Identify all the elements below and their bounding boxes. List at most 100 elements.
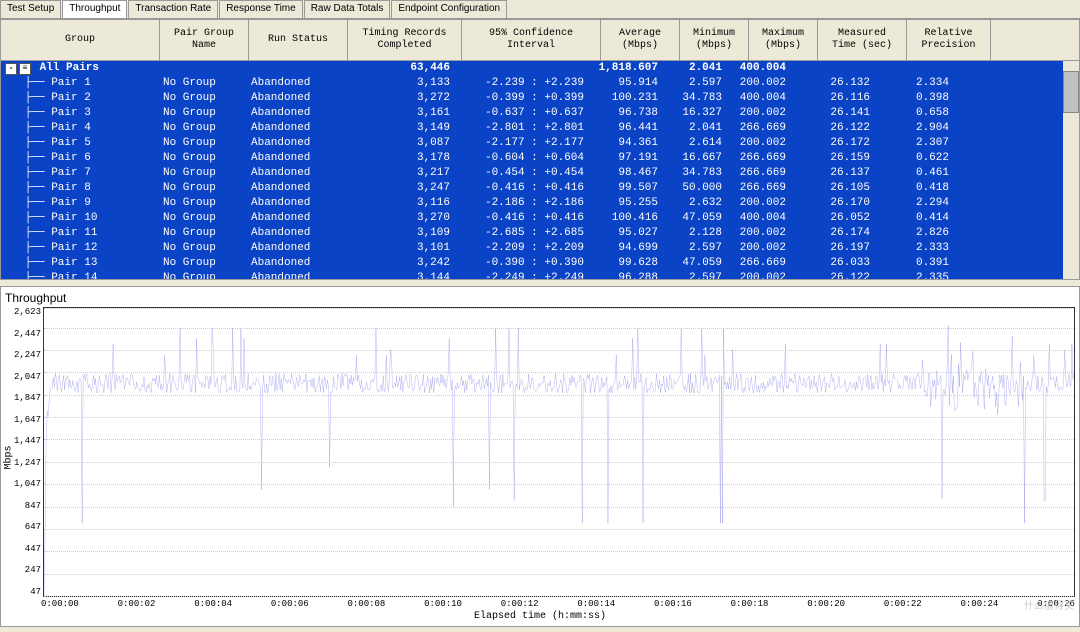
- cell: 3,109: [345, 226, 454, 241]
- cell: No Group: [159, 196, 247, 211]
- table-row[interactable]: ├── Pair 7No GroupAbandoned3,217-0.454 :…: [1, 166, 1079, 181]
- tab-test-setup[interactable]: Test Setup: [0, 0, 61, 18]
- cell: 99.507: [588, 181, 662, 196]
- column-header[interactable]: RelativePrecision: [907, 20, 991, 60]
- cell: 3,247: [345, 181, 454, 196]
- cell: 3,217: [345, 166, 454, 181]
- cell: 16.667: [662, 151, 726, 166]
- cell: 266.669: [726, 256, 790, 271]
- table-row[interactable]: ├── Pair 14No GroupAbandoned3,144-2.249 …: [1, 271, 1079, 279]
- column-header[interactable]: Timing RecordsCompleted: [348, 20, 462, 60]
- table-row[interactable]: ├── Pair 13No GroupAbandoned3,242-0.390 …: [1, 256, 1079, 271]
- cell: 0.414: [874, 211, 953, 226]
- cell: 2.597: [662, 241, 726, 256]
- tab-response-time[interactable]: Response Time: [219, 0, 302, 18]
- x-tick: 0:00:08: [348, 599, 386, 609]
- cell: [790, 61, 874, 76]
- table-row[interactable]: ├── Pair 1No GroupAbandoned3,133-2.239 :…: [1, 76, 1079, 91]
- cell: No Group: [159, 226, 247, 241]
- table-row[interactable]: ├── Pair 3No GroupAbandoned3,161-0.637 :…: [1, 106, 1079, 121]
- table-row[interactable]: ├── Pair 10No GroupAbandoned3,270-0.416 …: [1, 211, 1079, 226]
- cell: No Group: [159, 166, 247, 181]
- cell: 200.002: [726, 196, 790, 211]
- cell: 26.116: [790, 91, 874, 106]
- column-header[interactable]: Average(Mbps): [601, 20, 680, 60]
- table-row[interactable]: ├── Pair 11No GroupAbandoned3,109-2.685 …: [1, 226, 1079, 241]
- cell: 0.398: [874, 91, 953, 106]
- cell: Abandoned: [247, 106, 345, 121]
- cell: 200.002: [726, 136, 790, 151]
- column-header[interactable]: Run Status: [249, 20, 348, 60]
- cell: -2.177 : +2.177: [454, 136, 588, 151]
- cell: No Group: [159, 151, 247, 166]
- x-axis: 0:00:000:00:020:00:040:00:060:00:080:00:…: [41, 599, 1075, 609]
- cell: 26.174: [790, 226, 874, 241]
- tab-throughput[interactable]: Throughput: [62, 0, 127, 18]
- cell: Abandoned: [247, 256, 345, 271]
- table-row[interactable]: ├── Pair 2No GroupAbandoned3,272-0.399 :…: [1, 91, 1079, 106]
- y-tick: 1,847: [5, 393, 41, 403]
- x-tick: 0:00:02: [118, 599, 156, 609]
- vertical-scrollbar[interactable]: [1063, 61, 1079, 279]
- cell: [159, 61, 247, 76]
- column-header[interactable]: Pair GroupName: [160, 20, 249, 60]
- tab-transaction-rate[interactable]: Transaction Rate: [128, 0, 218, 18]
- cell: 1,818.607: [588, 61, 662, 76]
- tab-raw-data-totals[interactable]: Raw Data Totals: [304, 0, 391, 18]
- cell: No Group: [159, 136, 247, 151]
- throughput-chart: Throughput Mbps 2,6232,4472,2472,0471,84…: [0, 286, 1080, 627]
- y-tick: 2,247: [5, 350, 41, 360]
- table-row[interactable]: ├── Pair 9No GroupAbandoned3,116-2.186 :…: [1, 196, 1079, 211]
- x-tick: 0:00:04: [194, 599, 232, 609]
- column-header[interactable]: Minimum(Mbps): [680, 20, 749, 60]
- cell: No Group: [159, 256, 247, 271]
- cell: 2.632: [662, 196, 726, 211]
- table-row[interactable]: ├── Pair 12No GroupAbandoned3,101-2.209 …: [1, 241, 1079, 256]
- summary-row[interactable]: -≡ All Pairs63,4461,818.6072.041400.004: [1, 61, 1079, 76]
- x-tick: 0:00:06: [271, 599, 309, 609]
- y-tick: 2,047: [5, 372, 41, 382]
- cell: 96.738: [588, 106, 662, 121]
- cell: ├── Pair 7: [1, 166, 159, 181]
- cell: Abandoned: [247, 271, 345, 279]
- cell: Abandoned: [247, 76, 345, 91]
- cell: 2.333: [874, 241, 953, 256]
- cell: -0.390 : +0.390: [454, 256, 588, 271]
- cell: -2.685 : +2.685: [454, 226, 588, 241]
- cell: ├── Pair 5: [1, 136, 159, 151]
- column-header[interactable]: Maximum(Mbps): [749, 20, 818, 60]
- column-header[interactable]: MeasuredTime (sec): [818, 20, 907, 60]
- cell: 94.699: [588, 241, 662, 256]
- cell: 200.002: [726, 241, 790, 256]
- tab-endpoint-configuration[interactable]: Endpoint Configuration: [391, 0, 507, 18]
- y-axis-label: Mbps: [4, 445, 15, 469]
- cell: 0.461: [874, 166, 953, 181]
- cell: 95.255: [588, 196, 662, 211]
- results-grid: GroupPair GroupNameRun StatusTiming Reco…: [0, 19, 1080, 280]
- table-row[interactable]: ├── Pair 5No GroupAbandoned3,087-2.177 :…: [1, 136, 1079, 151]
- y-tick: 247: [5, 565, 41, 575]
- table-row[interactable]: ├── Pair 8No GroupAbandoned3,247-0.416 :…: [1, 181, 1079, 196]
- grid-body[interactable]: -≡ All Pairs63,4461,818.6072.041400.004 …: [1, 61, 1079, 279]
- cell: ├── Pair 9: [1, 196, 159, 211]
- cell: No Group: [159, 181, 247, 196]
- cell: 400.004: [726, 91, 790, 106]
- plot-area[interactable]: [43, 307, 1075, 597]
- y-tick: 847: [5, 501, 41, 511]
- grid-header: GroupPair GroupNameRun StatusTiming Reco…: [1, 20, 1079, 61]
- column-header[interactable]: Group: [1, 20, 160, 60]
- cell: 266.669: [726, 121, 790, 136]
- column-header[interactable]: 95% ConfidenceInterval: [462, 20, 601, 60]
- expand-icon[interactable]: ≡: [19, 63, 31, 75]
- cell: 47.059: [662, 211, 726, 226]
- table-row[interactable]: ├── Pair 6No GroupAbandoned3,178-0.604 :…: [1, 151, 1079, 166]
- cell: 2.597: [662, 76, 726, 91]
- cell: -≡ All Pairs: [1, 61, 159, 76]
- cell: 63,446: [345, 61, 454, 76]
- cell: 26.122: [790, 121, 874, 136]
- cell: 3,087: [345, 136, 454, 151]
- cell: 266.669: [726, 151, 790, 166]
- table-row[interactable]: ├── Pair 4No GroupAbandoned3,149-2.801 :…: [1, 121, 1079, 136]
- collapse-icon[interactable]: -: [5, 63, 17, 75]
- scrollbar-thumb[interactable]: [1063, 71, 1079, 113]
